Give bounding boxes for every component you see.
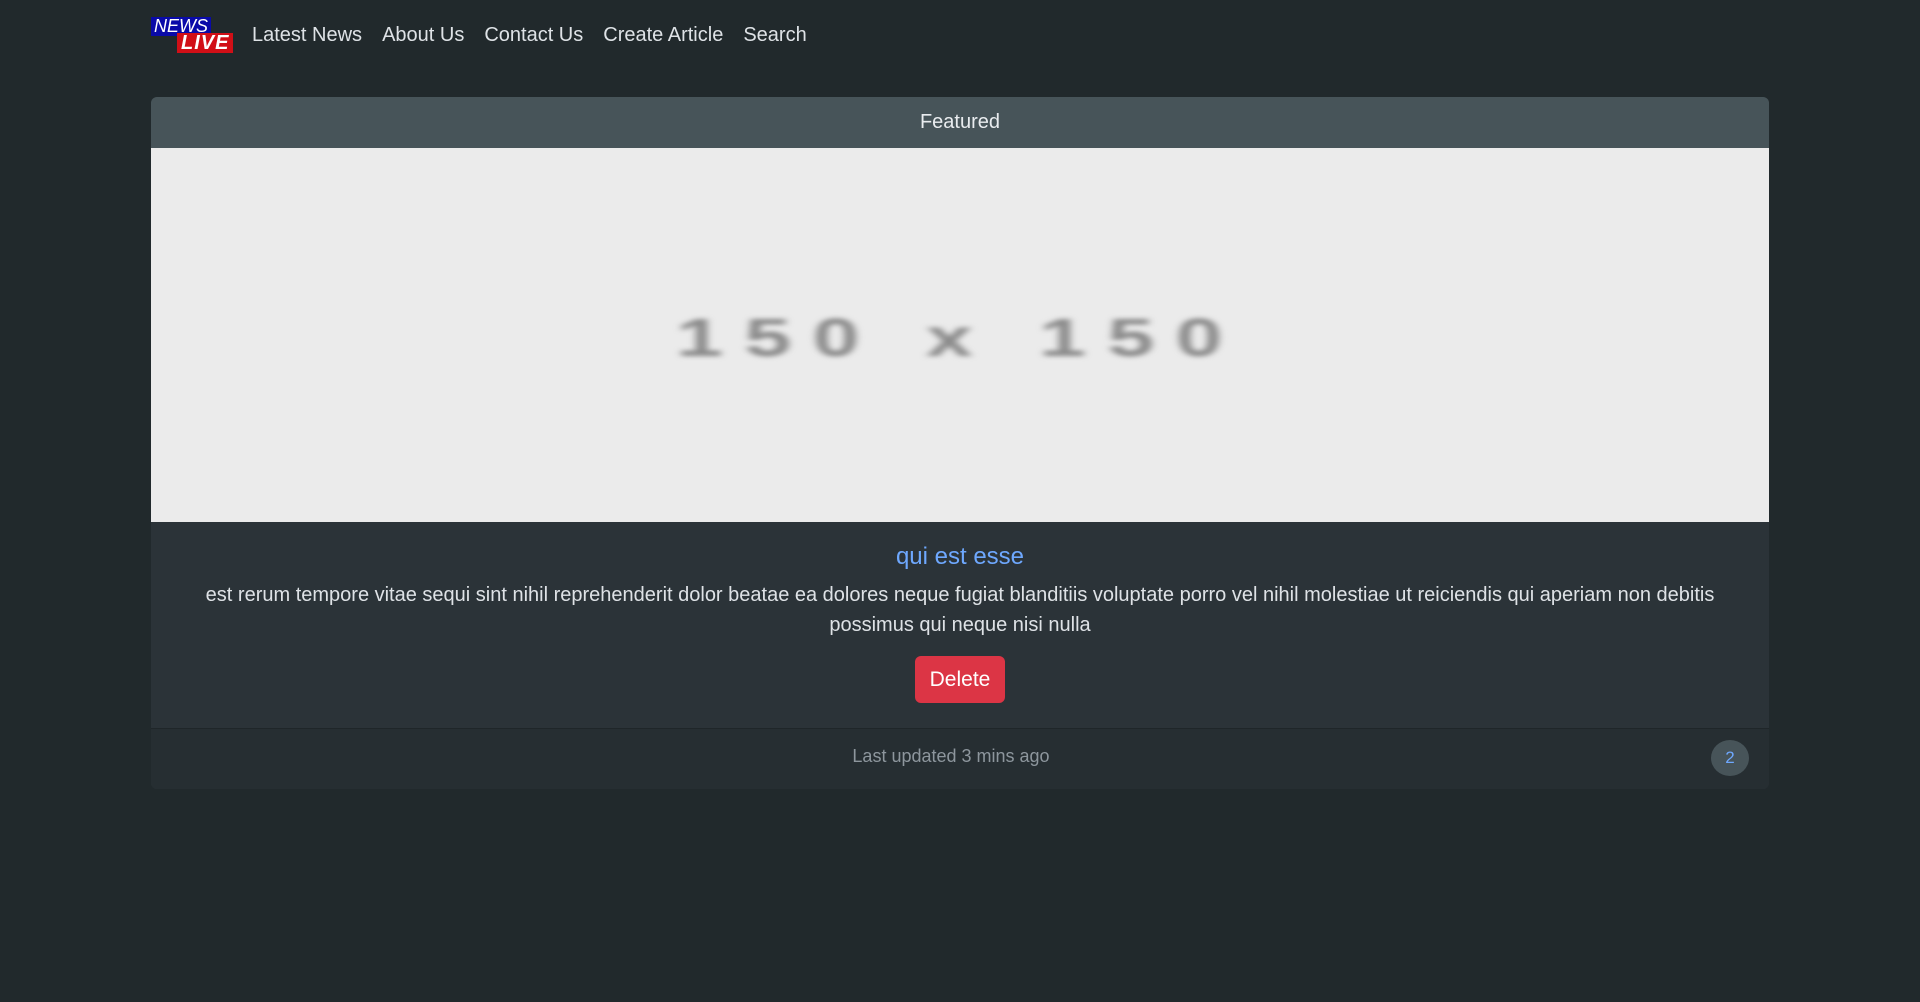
card-body: qui est esse est rerum tempore vitae seq…: [151, 522, 1769, 728]
article-body: est rerum tempore vitae sequi sint nihil…: [205, 584, 1715, 636]
logo-live-text: LIVE: [177, 33, 234, 53]
nav-about-us[interactable]: About Us: [372, 14, 474, 56]
delete-button[interactable]: Delete: [915, 656, 1005, 703]
card-footer: Last updated 3 mins ago 2: [151, 728, 1769, 789]
featured-article-card: Featured 150 x 150 qui est esse est reru…: [151, 97, 1769, 789]
navbar: NEWS LIVE Latest News About Us Contact U…: [151, 14, 817, 56]
nav-contact-us[interactable]: Contact Us: [474, 14, 593, 56]
news-live-logo[interactable]: NEWS LIVE: [151, 14, 236, 56]
card-header: Featured: [151, 97, 1769, 148]
nav-latest-news[interactable]: Latest News: [252, 14, 372, 56]
article-title[interactable]: qui est esse: [151, 542, 1769, 572]
image-placeholder-text: 150 x 150: [676, 308, 1244, 368]
nav-links: Latest News About Us Contact Us Create A…: [252, 14, 817, 56]
article-image-placeholder: 150 x 150: [151, 148, 1769, 522]
nav-search[interactable]: Search: [733, 14, 816, 56]
count-badge: 2: [1711, 740, 1749, 776]
last-updated-text: Last updated 3 mins ago: [852, 746, 1050, 766]
nav-create-article[interactable]: Create Article: [593, 14, 733, 56]
